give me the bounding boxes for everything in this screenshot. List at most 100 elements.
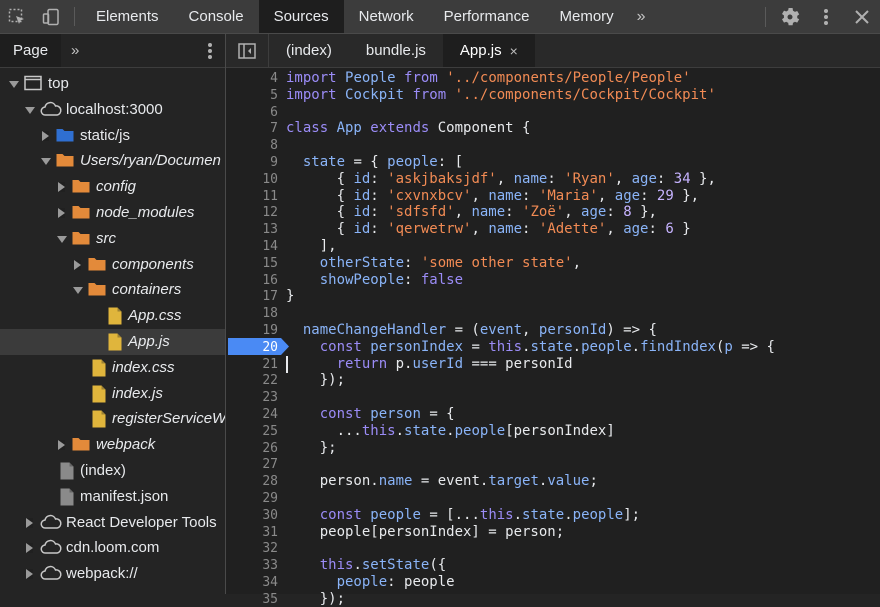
expand-right-icon[interactable] bbox=[26, 569, 33, 580]
line-number[interactable]: 27 bbox=[262, 457, 278, 472]
tree-item[interactable]: index.js bbox=[0, 381, 225, 407]
code-line[interactable]: { id: 'sdfsfd', name: 'Zoë', age: 8 }, bbox=[286, 204, 657, 220]
line-number[interactable]: 21 bbox=[262, 357, 278, 372]
line-number[interactable]: 22 bbox=[262, 373, 278, 388]
tab-elements[interactable]: Elements bbox=[81, 0, 174, 33]
expand-right-icon[interactable] bbox=[58, 182, 65, 193]
code-line[interactable]: class App extends Component { bbox=[286, 120, 530, 136]
more-tabs-button[interactable]: » bbox=[629, 0, 654, 33]
expand-right-icon[interactable] bbox=[58, 440, 65, 451]
tree-item[interactable]: React Developer Tools bbox=[0, 510, 225, 536]
tree-item[interactable]: node_modules bbox=[0, 200, 225, 226]
toggle-navigator-icon[interactable] bbox=[226, 34, 269, 67]
code-line[interactable]: return p.userId === personId bbox=[286, 356, 573, 372]
expand-down-icon[interactable] bbox=[9, 81, 19, 88]
tree-item[interactable]: components bbox=[0, 252, 225, 278]
code-line[interactable]: showPeople: false bbox=[286, 272, 463, 288]
tree-item[interactable]: top bbox=[0, 71, 225, 97]
line-number[interactable]: 30 bbox=[262, 508, 278, 523]
code-line[interactable]: const personIndex = this.state.people.fi… bbox=[286, 339, 775, 355]
expand-right-icon[interactable] bbox=[42, 130, 49, 141]
expand-right-icon[interactable] bbox=[26, 543, 33, 554]
line-number[interactable]: 10 bbox=[262, 172, 278, 187]
tab-network[interactable]: Network bbox=[344, 0, 429, 33]
code-line[interactable]: { id: 'qerwetrw', name: 'Adette', age: 6… bbox=[286, 221, 691, 237]
kebab-menu-icon[interactable] bbox=[808, 0, 844, 33]
code-line[interactable]: import Cockpit from '../components/Cockp… bbox=[286, 87, 716, 103]
editor-tab-app-js[interactable]: App.js × bbox=[442, 34, 535, 67]
line-number[interactable]: 13 bbox=[262, 222, 278, 237]
code-line[interactable]: state = { people: [ bbox=[286, 154, 463, 170]
line-number-gutter[interactable]: 4 5 6 7 8 9 10 11 12 13 14 15 16 17 18 19 20 21 22 23 24 25 26… bbox=[226, 68, 289, 607]
line-number[interactable]: 33 bbox=[262, 558, 278, 573]
tree-item[interactable]: registerServiceW bbox=[0, 406, 225, 432]
tree-item[interactable]: webpack bbox=[0, 432, 225, 458]
code-line[interactable]: people[personIndex] = person; bbox=[286, 524, 564, 540]
line-number[interactable]: 20 bbox=[262, 340, 278, 355]
line-number[interactable]: 8 bbox=[270, 138, 278, 153]
line-number[interactable]: 26 bbox=[262, 441, 278, 456]
tab-memory[interactable]: Memory bbox=[545, 0, 629, 33]
line-number[interactable]: 35 bbox=[262, 592, 278, 607]
line-number[interactable]: 17 bbox=[262, 289, 278, 304]
tree-item[interactable]: Users/ryan/Documen bbox=[0, 148, 225, 174]
code-line[interactable]: const person = { bbox=[286, 406, 455, 422]
code-line[interactable]: this.setState({ bbox=[286, 557, 446, 573]
line-number[interactable]: 7 bbox=[270, 121, 278, 136]
tree-item[interactable]: App.js bbox=[0, 328, 225, 355]
line-number[interactable]: 24 bbox=[262, 407, 278, 422]
code-line[interactable]: { id: 'cxvnxbcv', name: 'Maria', age: 29… bbox=[286, 188, 700, 204]
tree-item[interactable]: manifest.json bbox=[0, 484, 225, 510]
line-number[interactable]: 14 bbox=[262, 239, 278, 254]
line-number[interactable]: 9 bbox=[270, 155, 278, 170]
expand-down-icon[interactable] bbox=[73, 287, 83, 295]
code-line[interactable]: people: people bbox=[286, 574, 455, 590]
settings-gear-icon[interactable] bbox=[772, 0, 808, 33]
line-number[interactable]: 12 bbox=[262, 205, 278, 220]
code-line[interactable]: import People from '../components/People… bbox=[286, 70, 691, 86]
tab-performance[interactable]: Performance bbox=[429, 0, 545, 33]
editor-tab-index[interactable]: (index) bbox=[269, 34, 349, 67]
line-number[interactable]: 6 bbox=[270, 105, 278, 120]
code-line[interactable]: }; bbox=[286, 440, 337, 456]
code-editor[interactable]: import People from '../components/People… bbox=[286, 68, 880, 607]
line-number[interactable]: 4 bbox=[270, 71, 278, 86]
code-line[interactable]: nameChangeHandler = (event, personId) =>… bbox=[286, 322, 657, 338]
code-line[interactable]: person.name = event.target.value; bbox=[286, 473, 598, 489]
line-number[interactable]: 16 bbox=[262, 273, 278, 288]
tree-item[interactable]: static/js bbox=[0, 123, 225, 149]
navigator-menu-icon[interactable] bbox=[207, 42, 213, 65]
line-number[interactable]: 32 bbox=[262, 541, 278, 556]
tree-item[interactable]: containers bbox=[0, 277, 225, 303]
code-line[interactable]: otherState: 'some other state', bbox=[286, 255, 581, 271]
tree-item[interactable]: (index) bbox=[0, 458, 225, 484]
tab-page[interactable]: Page bbox=[0, 34, 62, 67]
code-line[interactable]: ...this.state.people[personIndex] bbox=[286, 423, 615, 439]
expand-right-icon[interactable] bbox=[26, 517, 33, 528]
line-number[interactable]: 15 bbox=[262, 256, 278, 271]
tree-item[interactable]: src bbox=[0, 226, 225, 252]
line-number[interactable]: 23 bbox=[262, 390, 278, 405]
line-number[interactable]: 31 bbox=[262, 525, 278, 540]
line-number[interactable]: 25 bbox=[262, 424, 278, 439]
tab-sources[interactable]: Sources bbox=[258, 0, 344, 33]
tree-item[interactable]: App.css bbox=[0, 303, 225, 329]
line-number[interactable]: 5 bbox=[270, 88, 278, 103]
code-line[interactable]: { id: 'askjbaksjdf', name: 'Ryan', age: … bbox=[286, 171, 716, 187]
code-line[interactable]: }); bbox=[286, 591, 345, 607]
tree-item[interactable]: cdn.loom.com bbox=[0, 535, 225, 561]
expand-down-icon[interactable] bbox=[41, 158, 51, 166]
line-number[interactable]: 18 bbox=[262, 306, 278, 321]
code-line[interactable]: }); bbox=[286, 372, 345, 388]
expand-right-icon[interactable] bbox=[74, 259, 81, 270]
line-number[interactable]: 29 bbox=[262, 491, 278, 506]
tab-console[interactable]: Console bbox=[174, 0, 259, 33]
close-devtools-icon[interactable] bbox=[844, 0, 880, 33]
tree-item[interactable]: webpack:// bbox=[0, 561, 225, 587]
tree-item[interactable]: config bbox=[0, 174, 225, 200]
editor-tab-bundle-js[interactable]: bundle.js bbox=[349, 34, 443, 67]
line-number[interactable]: 11 bbox=[262, 189, 278, 204]
tree-item[interactable]: localhost:3000 bbox=[0, 97, 225, 123]
expand-down-icon[interactable] bbox=[57, 235, 67, 243]
expand-down-icon[interactable] bbox=[25, 106, 35, 114]
